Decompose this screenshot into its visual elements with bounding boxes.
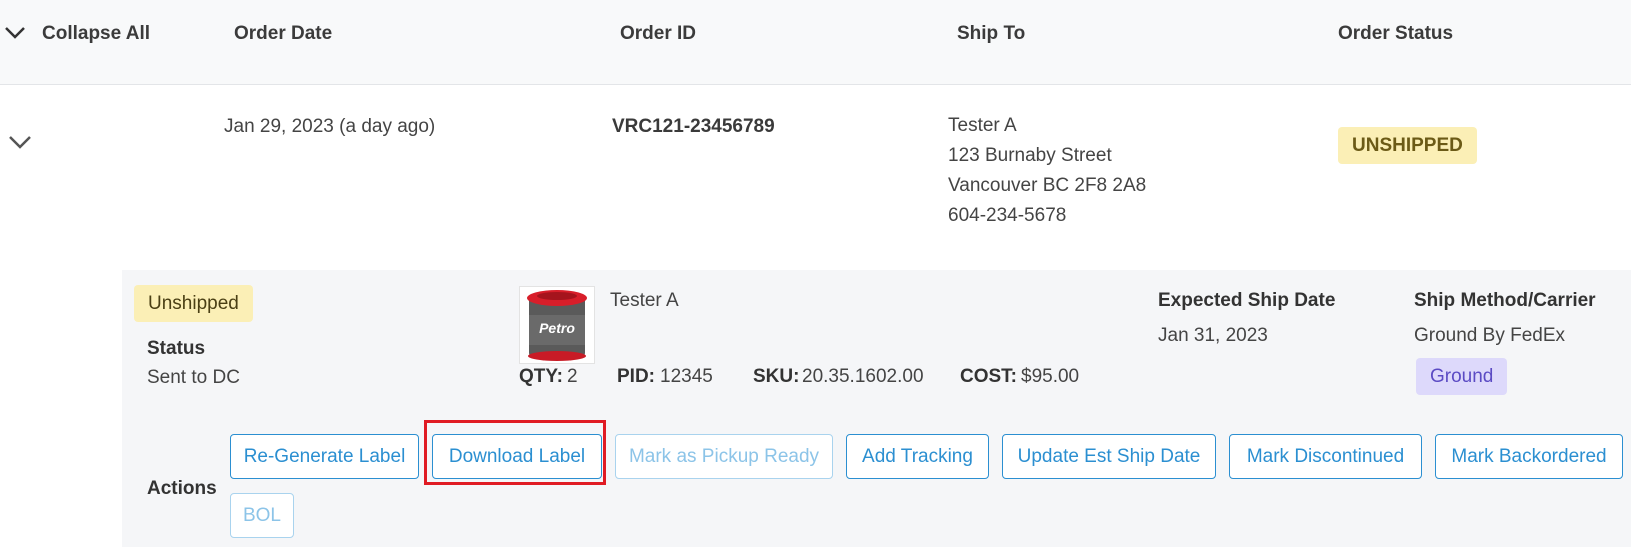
product-name: Tester A: [610, 290, 679, 311]
table-header: Collapse All Order Date Order ID Ship To…: [0, 0, 1631, 85]
order-detail-panel: [122, 270, 1631, 547]
order-id-header[interactable]: Order ID: [620, 23, 696, 45]
ship-to-address: Tester A 123 Burnaby Street Vancouver BC…: [948, 111, 1146, 231]
ship-to-name: Tester A: [948, 115, 1017, 136]
product-image: Petro: [519, 286, 595, 364]
regenerate-label-button[interactable]: Re-Generate Label: [230, 434, 419, 479]
qty-value: 2: [567, 366, 578, 387]
order-date: Jan 29, 2023 (a day ago): [224, 116, 436, 137]
cost-value: $95.00: [1021, 366, 1080, 387]
ship-to-header[interactable]: Ship To: [957, 23, 1025, 45]
bol-button[interactable]: BOL: [230, 493, 294, 538]
expected-ship-date-label: Expected Ship Date: [1158, 290, 1336, 311]
order-status-badge: UNSHIPPED: [1338, 127, 1477, 164]
qty-label: QTY:: [519, 366, 563, 387]
mark-pickup-ready-button[interactable]: Mark as Pickup Ready: [615, 434, 833, 479]
chevron-down-icon[interactable]: [4, 26, 26, 40]
ship-method-pill: Ground: [1416, 358, 1508, 395]
ship-method-value: Ground By FedEx: [1414, 325, 1566, 346]
order-status-header[interactable]: Order Status: [1338, 23, 1453, 45]
item-status-pill: Unshipped: [134, 285, 253, 322]
status-label: Status: [147, 338, 206, 359]
ship-to-phone: 604-234-5678: [948, 205, 1067, 226]
expected-ship-date-value: Jan 31, 2023: [1158, 325, 1268, 346]
ship-method-label: Ship Method/Carrier: [1414, 290, 1596, 311]
mark-discontinued-button[interactable]: Mark Discontinued: [1229, 434, 1422, 479]
row-collapse-chevron-icon[interactable]: [8, 135, 32, 149]
sku-label: SKU:: [753, 366, 800, 387]
sku-value: 20.35.1602.00: [802, 366, 924, 387]
download-label-highlight: [424, 420, 606, 485]
ship-to-city: Vancouver BC 2F8 2A8: [948, 175, 1147, 196]
pid-value: 12345: [660, 366, 713, 387]
ship-to-street: 123 Burnaby Street: [948, 145, 1112, 166]
cost-label: COST:: [960, 366, 1017, 387]
update-est-ship-date-button[interactable]: Update Est Ship Date: [1002, 434, 1216, 479]
order-id[interactable]: VRC121-23456789: [612, 116, 775, 138]
order-date-header[interactable]: Order Date: [234, 23, 332, 45]
collapse-all-button[interactable]: Collapse All: [42, 23, 150, 45]
status-value: Sent to DC: [147, 367, 240, 388]
svg-text:Petro: Petro: [539, 320, 575, 336]
mark-backordered-button[interactable]: Mark Backordered: [1435, 434, 1623, 479]
actions-label: Actions: [147, 478, 217, 499]
product-can-image-icon: Petro: [527, 290, 587, 361]
add-tracking-button[interactable]: Add Tracking: [846, 434, 989, 479]
pid-label: PID:: [617, 366, 655, 387]
